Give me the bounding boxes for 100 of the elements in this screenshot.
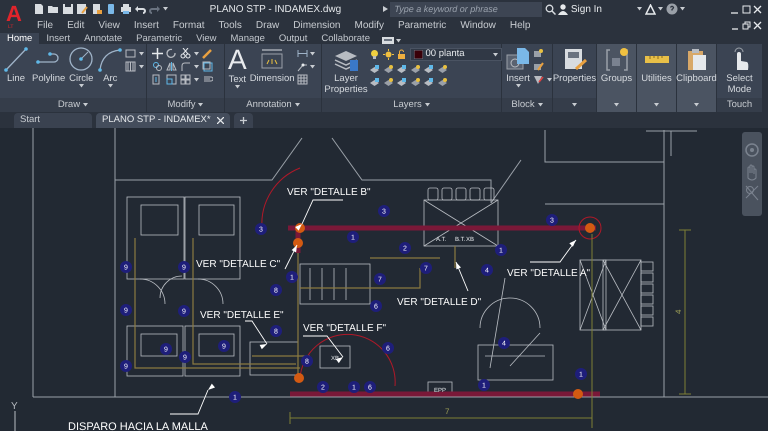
file-tab[interactable]: PLANO STP - INDAMEX*	[96, 113, 230, 128]
panel-icon[interactable]	[382, 37, 394, 44]
layer-stack-icon[interactable]	[396, 77, 407, 88]
ribbon-tab[interactable]: Parametric	[129, 33, 190, 44]
menu-item[interactable]: Insert	[126, 18, 166, 33]
tool-button[interactable]: Utilities	[640, 46, 673, 84]
close-icon[interactable]	[753, 4, 762, 14]
ribbon-tab[interactable]: Manage	[224, 33, 272, 44]
menu-item[interactable]: Parametric	[390, 18, 454, 33]
save-icon[interactable]	[62, 3, 74, 15]
ribbon-tab[interactable]: Output	[272, 33, 314, 44]
new-tab-button[interactable]	[234, 113, 253, 128]
move-icon[interactable]	[152, 48, 163, 59]
maximize-icon[interactable]	[742, 4, 750, 14]
tool-button[interactable]: Line	[2, 46, 30, 84]
folder-icon[interactable]	[47, 3, 59, 15]
tool-button[interactable]: Properties	[552, 46, 598, 84]
sign-in-link[interactable]: Sign In	[570, 2, 602, 16]
fillet-icon[interactable]	[180, 61, 191, 72]
new-file-icon[interactable]	[32, 3, 44, 15]
ribbon-tab[interactable]: View	[189, 33, 224, 44]
collapsed-panel[interactable]: Clipboard	[677, 44, 717, 112]
search-field[interactable]: Type a keyword or phrase	[390, 2, 542, 16]
file-tab[interactable]: Start	[14, 113, 92, 128]
ribbon-tab[interactable]: Home	[0, 33, 40, 44]
menu-item[interactable]: Modify	[348, 18, 391, 33]
tool-button[interactable]: Groups	[600, 46, 634, 84]
panel-title[interactable]: Annotation	[225, 98, 321, 112]
menu-item[interactable]: Draw	[248, 18, 286, 33]
menu-item[interactable]: Dimension	[286, 18, 348, 33]
layer-stack-icon[interactable]	[410, 64, 420, 74]
layer-stack-icon[interactable]	[396, 64, 407, 74]
panel-title[interactable]: Modify	[147, 98, 224, 112]
sun-icon[interactable]	[382, 49, 394, 60]
tool-button[interactable]: Dimension	[248, 46, 296, 84]
document-icon[interactable]	[90, 3, 102, 15]
tool-button[interactable]: Arc	[96, 46, 124, 88]
tool-button[interactable]: Select Mode	[720, 46, 760, 95]
tool-button[interactable]: Polyline	[31, 46, 66, 84]
collapsed-panel[interactable]: Utilities	[637, 44, 677, 112]
lightbulb-icon[interactable]	[369, 49, 380, 60]
tool-button[interactable]: Circle	[67, 46, 96, 88]
menu-item[interactable]: Tools	[212, 18, 249, 33]
menu-item[interactable]: Window	[453, 18, 503, 33]
ribbon-tab[interactable]: Annotate	[77, 33, 130, 44]
search-icon[interactable]	[544, 4, 556, 14]
block-edit-icon[interactable]	[533, 61, 544, 72]
block-icon[interactable]	[533, 48, 544, 59]
panel-expand-icon[interactable]	[572, 103, 577, 107]
panel-expand-icon[interactable]	[654, 103, 659, 107]
phone-icon[interactable]	[105, 3, 117, 15]
layer-stack-icon[interactable]	[369, 64, 380, 74]
leader-icon[interactable]	[296, 61, 308, 72]
layer-stack-icon[interactable]	[382, 64, 394, 74]
layer-stack-icon[interactable]	[436, 64, 448, 74]
ribbon-tab[interactable]: Insert	[39, 33, 78, 44]
panel-title[interactable]: Touch	[717, 98, 762, 112]
save-as-icon[interactable]	[76, 3, 88, 15]
layer-dropdown[interactable]: 00 planta	[410, 48, 502, 61]
panel-title[interactable]: Block	[502, 98, 552, 112]
close-icon[interactable]	[216, 117, 224, 124]
menu-item[interactable]: File	[30, 18, 60, 33]
rotate-icon[interactable]	[166, 48, 177, 59]
restore-icon[interactable]	[742, 21, 750, 30]
menu-item[interactable]: View	[91, 18, 127, 33]
block-attribute-icon[interactable]	[533, 74, 544, 85]
help-icon[interactable]	[666, 3, 678, 15]
grid-icon[interactable]	[180, 74, 191, 85]
ribbon-tab[interactable]: Collaborate	[314, 33, 377, 44]
layer-stack-icon[interactable]	[436, 77, 448, 88]
tool-button[interactable]: Clipboard	[675, 46, 718, 84]
copy-icon[interactable]	[152, 61, 163, 72]
padlock-icon[interactable]	[396, 49, 407, 60]
scale-icon[interactable]	[166, 74, 177, 85]
triangle-network-icon[interactable]	[644, 4, 656, 14]
layer-stack-icon[interactable]	[382, 77, 394, 88]
menu-item[interactable]: Format	[166, 18, 212, 33]
layer-stack-icon[interactable]	[369, 77, 380, 88]
table-icon[interactable]	[296, 74, 308, 85]
linear-dimension-icon[interactable]	[296, 48, 308, 59]
scissors-icon[interactable]	[180, 48, 191, 59]
print-icon[interactable]	[120, 3, 132, 15]
tool-button[interactable]: A Text	[227, 46, 248, 89]
rectangle-icon[interactable]	[125, 48, 136, 59]
tool-button[interactable]: Layer Properties	[324, 46, 368, 95]
panel-title[interactable]: Draw	[0, 98, 146, 112]
panel-expand-icon[interactable]	[614, 103, 619, 107]
menu-item[interactable]: Help	[502, 18, 538, 33]
layer-stack-icon[interactable]	[423, 77, 434, 88]
pencil-icon[interactable]	[202, 48, 212, 59]
panel-expand-icon[interactable]	[694, 103, 699, 107]
tool-button[interactable]: Insert	[504, 46, 532, 88]
menu-item[interactable]: Edit	[60, 18, 92, 33]
hatch-icon[interactable]	[125, 61, 136, 72]
mirror-icon[interactable]	[166, 61, 177, 72]
layer-stack-icon[interactable]	[423, 64, 434, 74]
layer-stack-icon[interactable]	[410, 77, 420, 88]
panel-title[interactable]: Layers	[322, 98, 501, 112]
close-icon[interactable]	[753, 21, 762, 30]
square-icon[interactable]	[202, 61, 212, 72]
